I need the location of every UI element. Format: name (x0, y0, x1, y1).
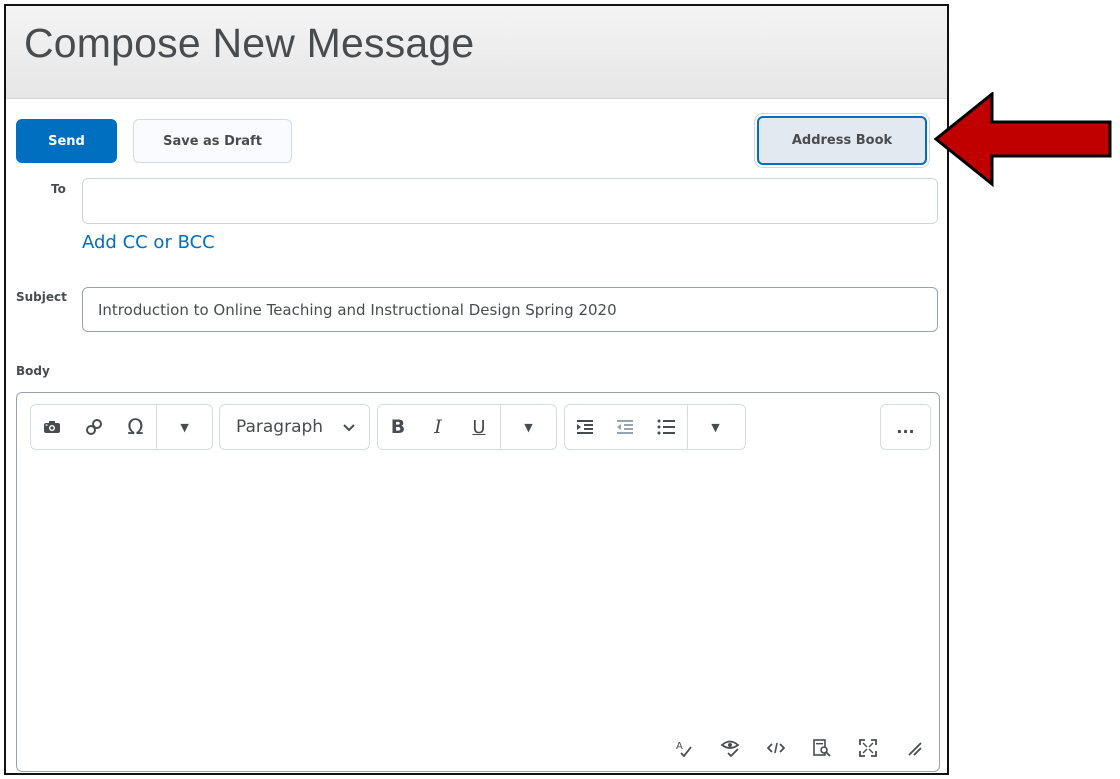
address-book-button[interactable]: Address Book (757, 116, 927, 165)
dialog-header: Compose New Message (6, 6, 947, 99)
insert-link-icon[interactable] (73, 405, 115, 449)
save-draft-button[interactable]: Save as Draft (133, 119, 292, 163)
more-actions-icon[interactable]: ... (881, 405, 930, 449)
underline-icon[interactable]: U (458, 405, 500, 449)
body-editor[interactable]: Ω ▼ Paragraph B I U ▼ ▼ ... A (16, 392, 940, 772)
more-format-caret-icon[interactable]: ▼ (501, 405, 556, 449)
paragraph-caret-icon (343, 417, 355, 437)
compose-dialog: Compose New Message Send Save as Draft A… (4, 4, 949, 775)
list-icon[interactable] (645, 405, 687, 449)
resize-handle-icon[interactable] (903, 737, 925, 759)
list-toolbar-group: ▼ (564, 404, 746, 450)
more-list-caret-icon[interactable]: ▼ (688, 405, 743, 449)
paragraph-format-select[interactable]: Paragraph (220, 405, 369, 449)
bold-icon[interactable]: B (378, 405, 418, 449)
editor-statusbar: A (673, 737, 925, 759)
special-character-icon[interactable]: Ω (115, 405, 157, 449)
source-code-icon[interactable] (765, 737, 787, 759)
indent-icon[interactable] (565, 405, 605, 449)
more-actions-group: ... (880, 404, 931, 450)
insert-image-icon[interactable] (31, 405, 73, 449)
text-style-toolbar-group: B I U ▼ (377, 404, 557, 450)
format-toolbar-group: Paragraph (219, 404, 370, 450)
fullscreen-icon[interactable] (857, 737, 879, 759)
spellcheck-icon[interactable]: A (673, 737, 695, 759)
paragraph-format-value: Paragraph (236, 417, 324, 437)
body-label: Body (16, 364, 50, 378)
to-input[interactable] (82, 178, 938, 224)
send-button[interactable]: Send (16, 119, 117, 163)
subject-input[interactable]: Introduction to Online Teaching and Inst… (82, 287, 938, 332)
svg-text:A: A (676, 741, 683, 752)
outdent-icon[interactable] (605, 405, 645, 449)
red-arrow-annotation (934, 92, 1112, 188)
more-insert-caret-icon[interactable]: ▼ (157, 405, 212, 449)
subject-label: Subject (16, 290, 67, 304)
page-title: Compose New Message (24, 20, 475, 66)
preview-icon[interactable] (811, 737, 833, 759)
accessibility-check-icon[interactable] (719, 737, 741, 759)
add-cc-bcc-link[interactable]: Add CC or BCC (82, 232, 215, 253)
italic-icon[interactable]: I (418, 405, 458, 449)
to-label: To (51, 182, 66, 196)
insert-toolbar-group: Ω ▼ (30, 404, 213, 450)
